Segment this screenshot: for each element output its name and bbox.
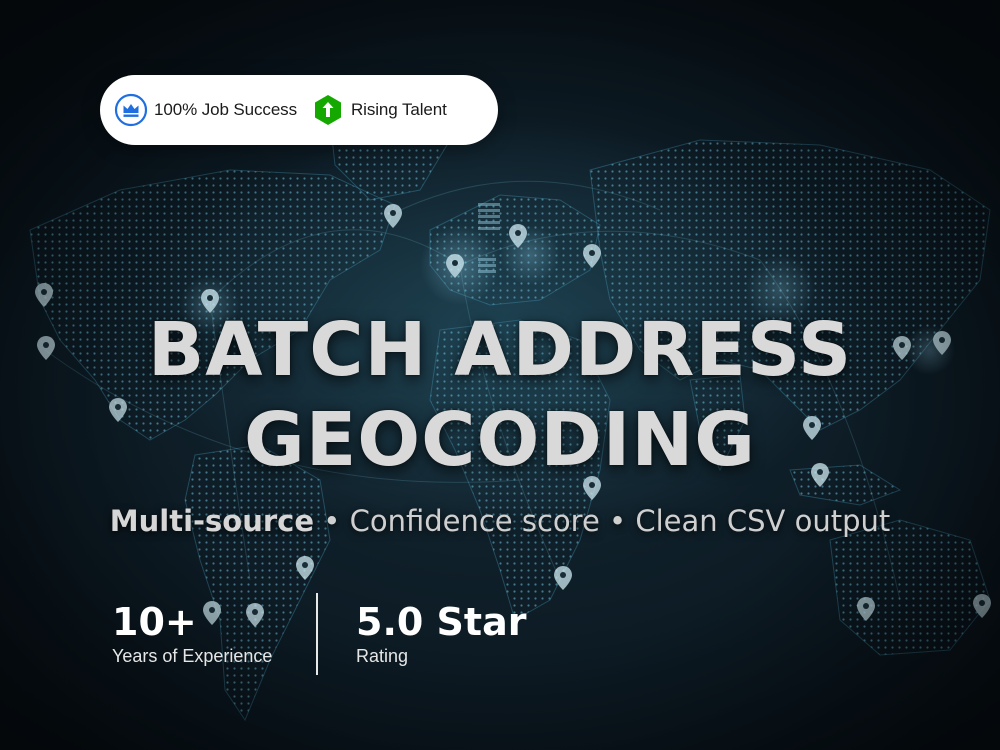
subtitle-feature-2: Confidence score	[349, 504, 600, 538]
rating-value: 5.0 Star	[356, 600, 527, 644]
rating-stat: 5.0 Star Rating	[356, 600, 526, 668]
experience-label: Years of Experience	[112, 646, 273, 666]
continent-south-america	[184, 444, 331, 722]
rising-talent-label: Rising Talent	[350, 100, 447, 119]
job-success-label: 100% Job Success	[154, 100, 297, 119]
subtitle: Multi-source • Confidence score • Clean …	[0, 504, 1000, 538]
rating-label: Rating	[356, 646, 409, 666]
subtitle-feature-1: Multi-source	[109, 504, 315, 538]
continent-australia	[829, 519, 991, 656]
headline: BATCH ADDRESS GEOCODING	[0, 305, 1000, 485]
subtitle-separator: •	[599, 504, 636, 538]
arrow-up-icon	[311, 93, 345, 127]
headline-line-2: GEOCODING	[243, 397, 757, 483]
banner-canvas: 100% Job Success Rising Talent BATCH ADD…	[0, 0, 1000, 750]
subtitle-feature-3: Clean CSV output	[635, 504, 891, 538]
subtitle-separator: •	[314, 504, 350, 538]
job-success-badge: 100% Job Success	[114, 93, 297, 127]
headline-line-1: BATCH ADDRESS	[147, 307, 853, 393]
rising-talent-badge: Rising Talent	[311, 93, 447, 127]
experience-stat: 10+ Years of Experience	[112, 600, 272, 668]
stats-divider	[316, 593, 318, 675]
crown-icon	[114, 93, 148, 127]
experience-value: 10+	[112, 600, 197, 644]
badge-bar: 100% Job Success Rising Talent	[100, 75, 498, 145]
